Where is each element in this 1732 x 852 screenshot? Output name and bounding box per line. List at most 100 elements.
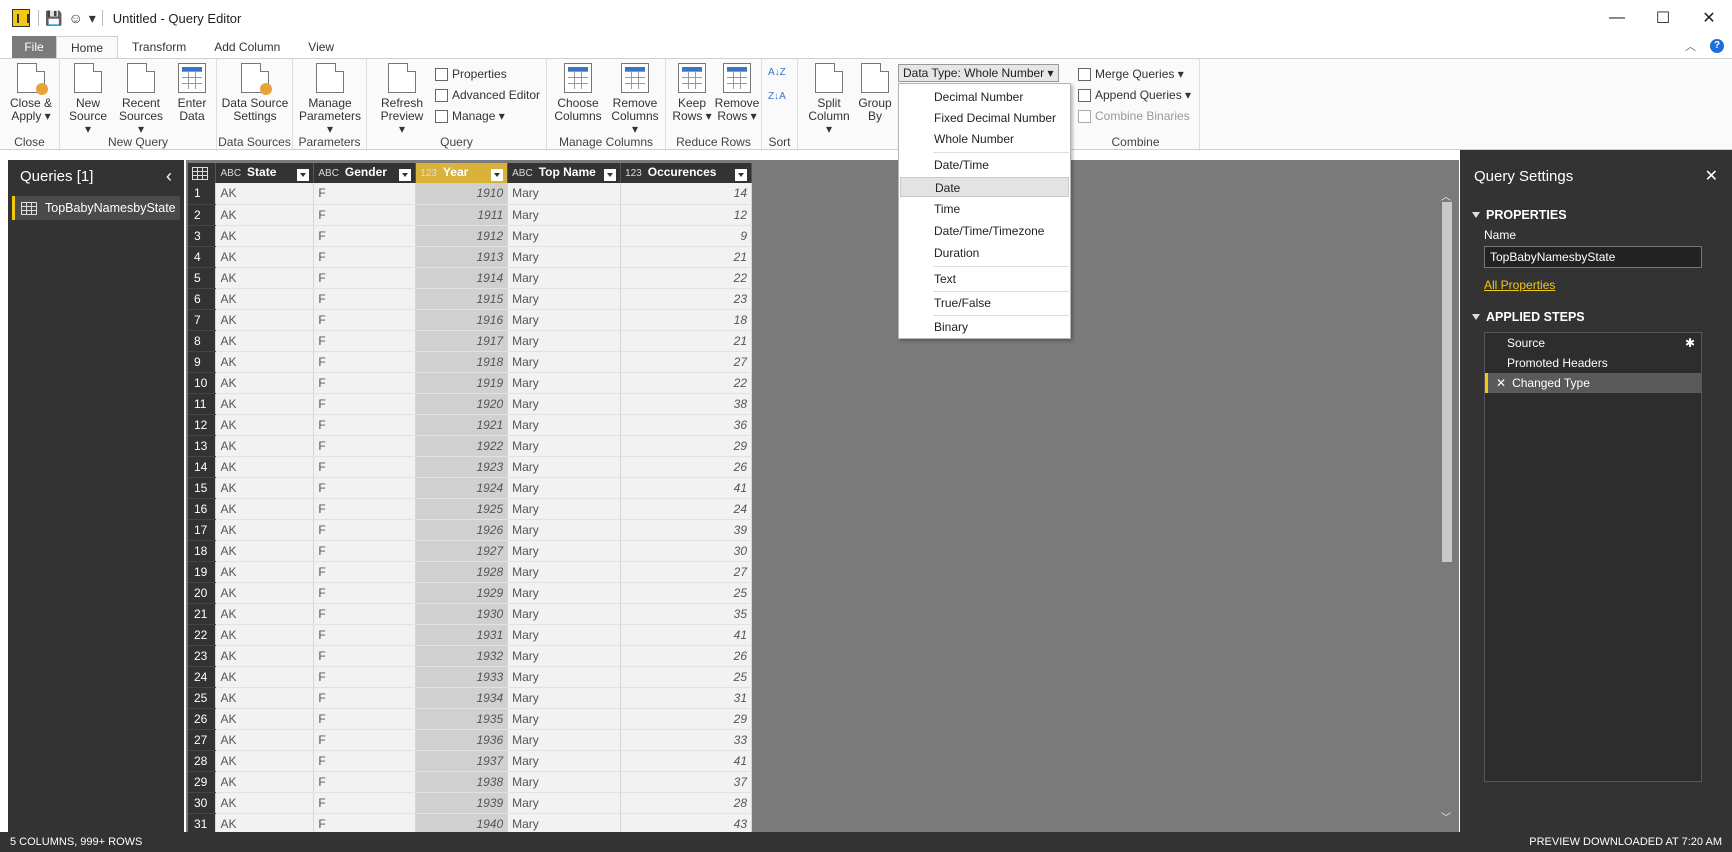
cell-occurences[interactable]: 36 <box>620 414 752 436</box>
cell-year[interactable]: 1922 <box>415 435 509 457</box>
cell-gender[interactable]: F <box>313 183 417 205</box>
menu-item-decimal-number[interactable]: Decimal Number <box>900 87 1069 107</box>
manage-parameters-button[interactable]: Manage Parameters ▾ <box>297 63 363 136</box>
remove-rows-button[interactable]: Remove Rows ▾ <box>714 63 760 123</box>
all-properties-link[interactable]: All Properties <box>1484 278 1732 292</box>
cell-gender[interactable]: F <box>313 582 417 604</box>
cell-occurences[interactable]: 23 <box>620 288 752 310</box>
menu-item-date-time[interactable]: Date/Time <box>900 155 1069 175</box>
cell-year[interactable]: 1930 <box>415 603 509 625</box>
cell-occurences[interactable]: 33 <box>620 729 752 751</box>
cell-year[interactable]: 1923 <box>415 456 509 478</box>
close-settings-icon[interactable]: ✕ <box>1705 166 1718 186</box>
cell-top-name[interactable]: Mary <box>507 477 622 499</box>
cell-top-name[interactable]: Mary <box>507 519 622 541</box>
cell-top-name[interactable]: Mary <box>507 603 622 625</box>
cell-top-name[interactable]: Mary <box>507 582 622 604</box>
cell-occurences[interactable]: 27 <box>620 351 752 373</box>
cell-occurences[interactable]: 29 <box>620 708 752 730</box>
data-type-dropdown[interactable]: Data Type: Whole Number ▾ <box>898 64 1059 82</box>
sort-ascending-button[interactable]: A↓Z <box>768 63 786 81</box>
smiley-feedback-icon[interactable]: ☺ <box>68 9 82 27</box>
filter-dropdown-icon[interactable] <box>297 169 310 181</box>
cell-year[interactable]: 1936 <box>415 729 509 751</box>
save-icon[interactable]: 💾 <box>45 9 62 27</box>
cell-state[interactable]: AK <box>215 330 315 352</box>
cell-state[interactable]: AK <box>215 666 315 688</box>
properties-section-title[interactable]: PROPERTIES <box>1472 208 1732 222</box>
cell-occurences[interactable]: 30 <box>620 540 752 562</box>
cell-state[interactable]: AK <box>215 792 315 814</box>
cell-state[interactable]: AK <box>215 351 315 373</box>
menu-item-whole-number[interactable]: Whole Number <box>900 129 1069 149</box>
menu-item-fixed-decimal-number[interactable]: Fixed Decimal Number <box>900 108 1069 128</box>
gear-icon[interactable]: ✱ <box>1685 336 1695 350</box>
column-header-year[interactable]: 123 Year <box>415 163 509 183</box>
cell-year[interactable]: 1929 <box>415 582 509 604</box>
cell-year[interactable]: 1913 <box>415 246 509 268</box>
cell-occurences[interactable]: 26 <box>620 456 752 478</box>
cell-gender[interactable]: F <box>313 393 417 415</box>
cell-state[interactable]: AK <box>215 456 315 478</box>
recent-sources-button[interactable]: Recent Sources ▾ <box>116 63 166 136</box>
cell-top-name[interactable]: Mary <box>507 267 622 289</box>
cell-year[interactable]: 1934 <box>415 687 509 709</box>
cell-year[interactable]: 1935 <box>415 708 509 730</box>
query-name-input[interactable]: TopBabyNamesbyState <box>1484 246 1702 268</box>
split-column-button[interactable]: Split Column ▾ <box>806 63 852 136</box>
maximize-button[interactable]: ☐ <box>1640 0 1686 36</box>
cell-occurences[interactable]: 41 <box>620 624 752 646</box>
column-header-state[interactable]: ABC State <box>215 163 315 183</box>
close-apply-button[interactable]: Close & Apply ▾ <box>6 63 56 123</box>
filter-dropdown-icon[interactable] <box>399 169 412 181</box>
cell-gender[interactable]: F <box>313 288 417 310</box>
cell-top-name[interactable]: Mary <box>507 183 622 205</box>
cell-top-name[interactable]: Mary <box>507 309 622 331</box>
cell-top-name[interactable]: Mary <box>507 498 622 520</box>
tab-file[interactable]: File <box>12 36 56 58</box>
cell-top-name[interactable]: Mary <box>507 750 622 772</box>
cell-gender[interactable]: F <box>313 435 417 457</box>
cell-occurences[interactable]: 25 <box>620 582 752 604</box>
cell-gender[interactable]: F <box>313 498 417 520</box>
cell-state[interactable]: AK <box>215 393 315 415</box>
cell-state[interactable]: AK <box>215 540 315 562</box>
cell-year[interactable]: 1917 <box>415 330 509 352</box>
cell-occurences[interactable]: 22 <box>620 267 752 289</box>
cell-gender[interactable]: F <box>313 204 417 226</box>
cell-occurences[interactable]: 21 <box>620 330 752 352</box>
collapse-queries-icon[interactable]: ‹ <box>166 166 172 187</box>
cell-year[interactable]: 1910 <box>415 183 509 205</box>
properties-button[interactable]: Properties <box>435 65 507 83</box>
cell-state[interactable]: AK <box>215 603 315 625</box>
cell-occurences[interactable]: 9 <box>620 225 752 247</box>
cell-top-name[interactable]: Mary <box>507 372 622 394</box>
cell-occurences[interactable]: 18 <box>620 309 752 331</box>
cell-occurences[interactable]: 38 <box>620 393 752 415</box>
sort-descending-button[interactable]: Z↓A <box>768 87 786 105</box>
cell-state[interactable]: AK <box>215 288 315 310</box>
cell-gender[interactable]: F <box>313 561 417 583</box>
cell-year[interactable]: 1928 <box>415 561 509 583</box>
scroll-down-icon[interactable]: ﹀ <box>1441 809 1451 824</box>
cell-occurences[interactable]: 41 <box>620 750 752 772</box>
cell-top-name[interactable]: Mary <box>507 666 622 688</box>
cell-state[interactable]: AK <box>215 309 315 331</box>
step-changed-type[interactable]: ✕ Changed Type <box>1485 373 1701 393</box>
cell-gender[interactable]: F <box>313 792 417 814</box>
cell-state[interactable]: AK <box>215 750 315 772</box>
cell-year[interactable]: 1912 <box>415 225 509 247</box>
collapse-ribbon-icon[interactable]: ︿ <box>1685 38 1696 54</box>
cell-gender[interactable]: F <box>313 330 417 352</box>
cell-top-name[interactable]: Mary <box>507 393 622 415</box>
cell-occurences[interactable]: 25 <box>620 666 752 688</box>
cell-top-name[interactable]: Mary <box>507 456 622 478</box>
cell-occurences[interactable]: 39 <box>620 519 752 541</box>
cell-state[interactable]: AK <box>215 729 315 751</box>
cell-top-name[interactable]: Mary <box>507 225 622 247</box>
tab-view[interactable]: View <box>294 36 348 58</box>
cell-occurences[interactable]: 26 <box>620 645 752 667</box>
cell-year[interactable]: 1938 <box>415 771 509 793</box>
column-header-top-name[interactable]: ABC Top Name <box>507 163 622 183</box>
cell-gender[interactable]: F <box>313 456 417 478</box>
